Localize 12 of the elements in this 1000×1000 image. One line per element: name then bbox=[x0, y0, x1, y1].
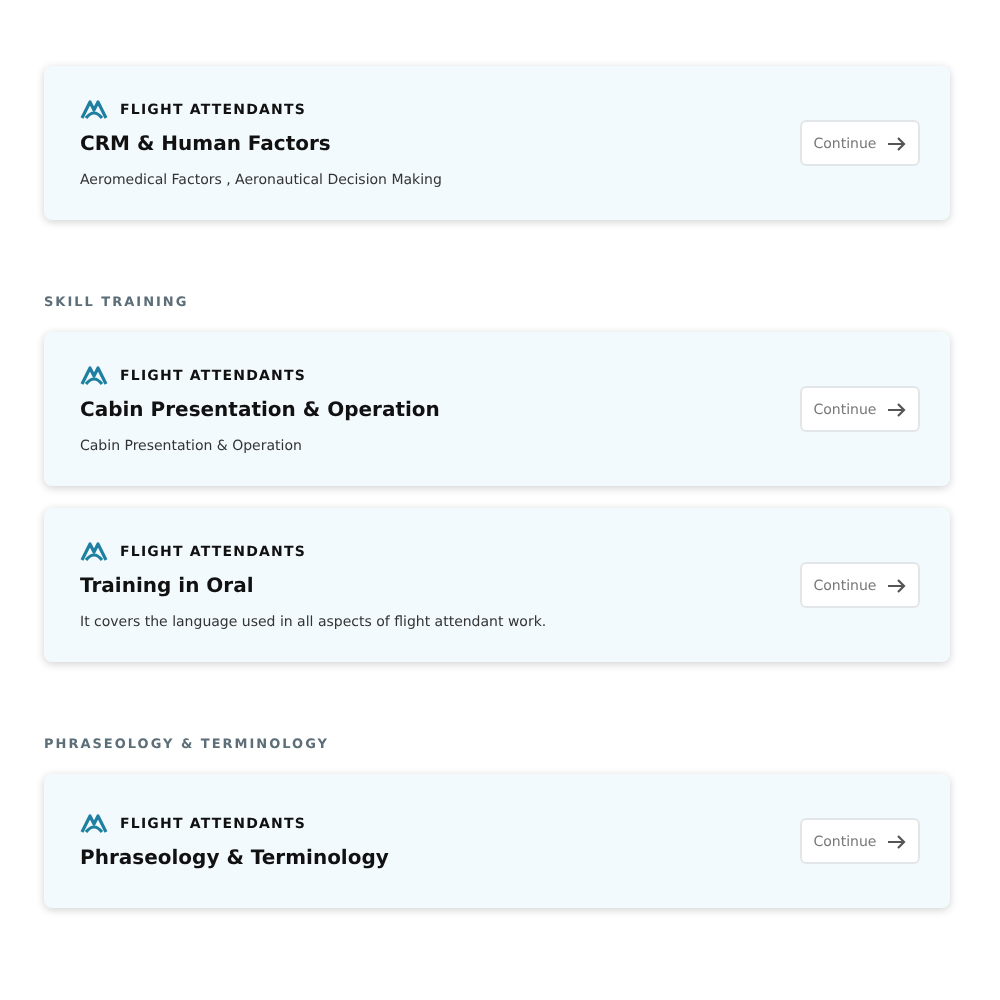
logo-icon bbox=[80, 365, 108, 385]
course-title: Cabin Presentation & Operation bbox=[80, 399, 440, 421]
arrow-right-icon bbox=[886, 401, 907, 417]
logo-icon bbox=[80, 541, 108, 561]
logo-icon bbox=[80, 813, 108, 833]
logo-icon bbox=[80, 99, 108, 119]
arrow-right-icon bbox=[886, 833, 907, 849]
course-title: Phraseology & Terminology bbox=[80, 847, 389, 869]
arrow-right-icon bbox=[886, 577, 907, 593]
course-title: CRM & Human Factors bbox=[80, 133, 333, 155]
course-title: Training in Oral bbox=[80, 575, 256, 597]
arrow-right-icon bbox=[886, 135, 907, 151]
